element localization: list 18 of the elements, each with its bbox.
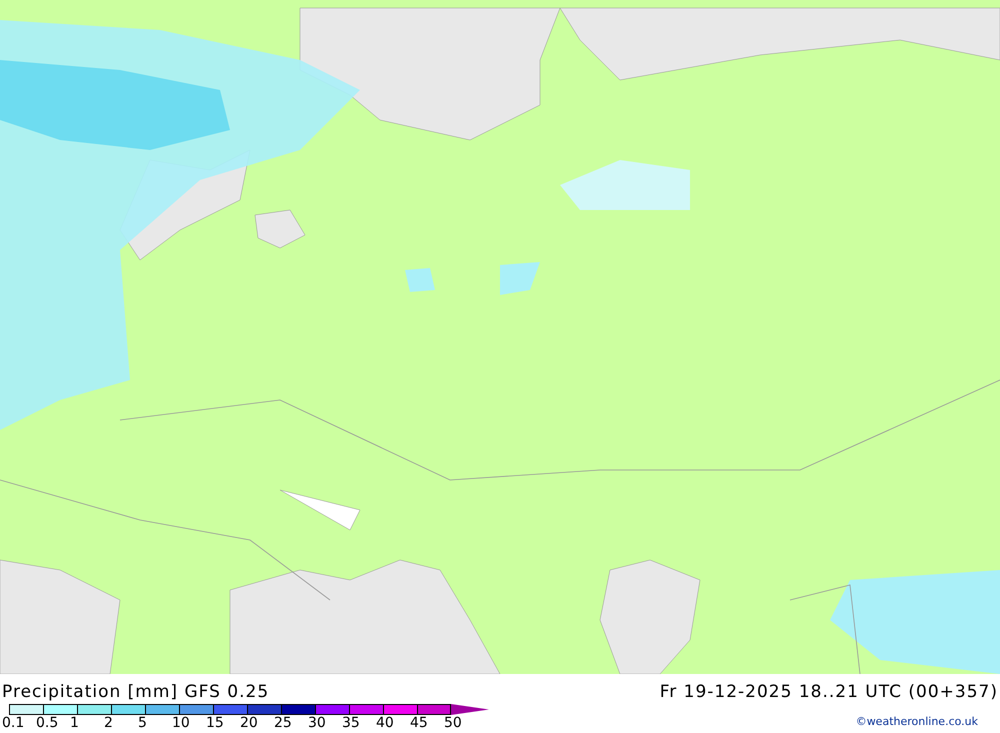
legend-label: 5 <box>138 715 148 731</box>
legend-label: 10 <box>172 715 191 731</box>
chart-title: Precipitation [mm] GFS 0.25 <box>2 681 270 703</box>
legend-label: 50 <box>444 715 463 731</box>
legend-arrow-icon <box>451 704 489 715</box>
legend-label: 0.5 <box>36 715 60 731</box>
legend-label: 1 <box>70 715 80 731</box>
legend-label: 35 <box>342 715 361 731</box>
legend-label: 45 <box>410 715 429 731</box>
legend-label: 2 <box>104 715 114 731</box>
credit-text: ©weatheronline.co.uk <box>856 715 978 728</box>
legend-label: 15 <box>206 715 225 731</box>
valid-time: Fr 19-12-2025 18..21 UTC (00+357) <box>660 681 998 703</box>
legend-label: 30 <box>308 715 327 731</box>
legend-label: 20 <box>240 715 259 731</box>
legend-label: 25 <box>274 715 293 731</box>
legend-label: 0.1 <box>2 715 26 731</box>
legend-label: 40 <box>376 715 395 731</box>
